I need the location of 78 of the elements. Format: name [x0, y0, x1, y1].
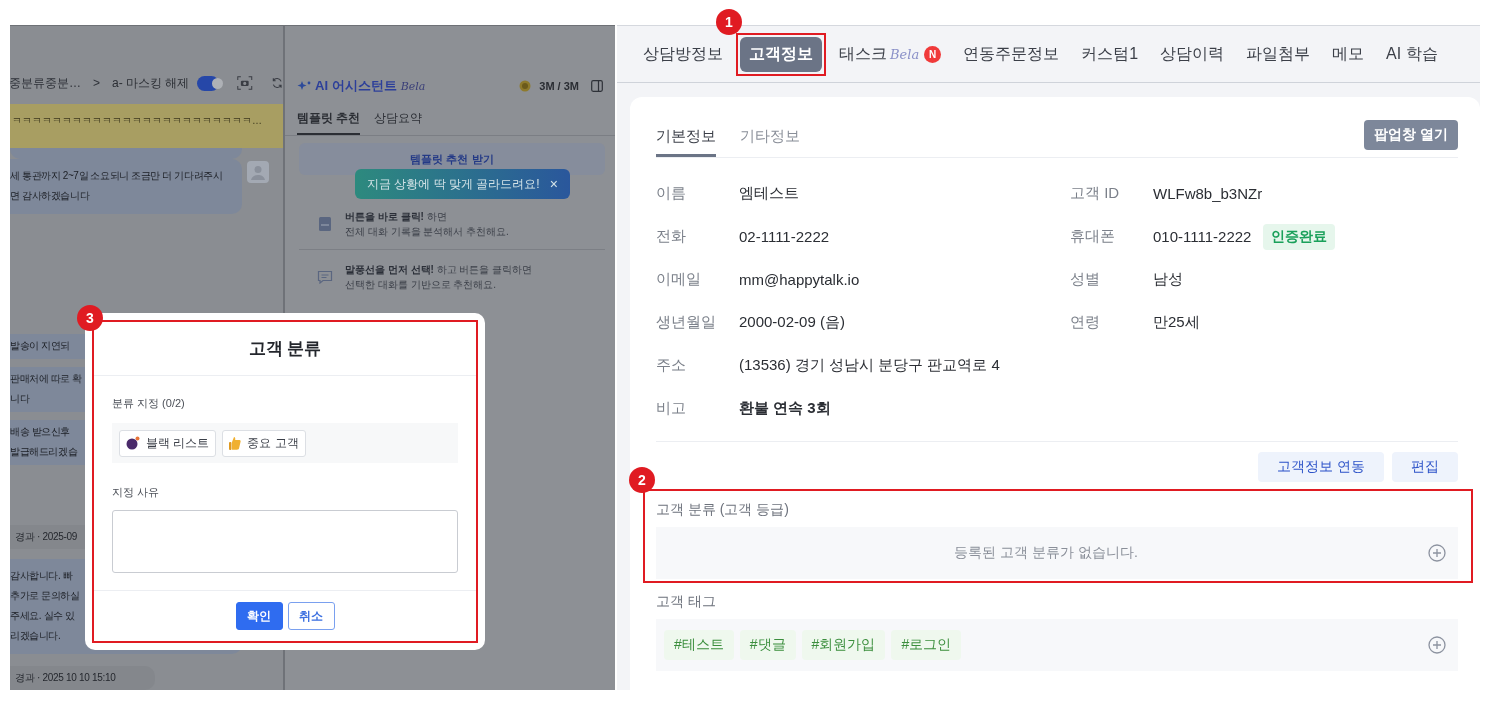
field-label: 전화	[656, 227, 687, 246]
action-button[interactable]: 고객정보 연동	[1258, 452, 1384, 482]
field-value: 만25세	[1153, 313, 1200, 332]
field-label: 이름	[656, 184, 687, 203]
verified-badge: 인증완료	[1263, 223, 1336, 250]
field-value: (13536) 경기 성남시 분당구 판교역로 4	[739, 356, 1000, 375]
category-chip[interactable]: 블랙 리스트	[119, 429, 217, 457]
assistant-tab[interactable]: 템플릿 추천	[297, 104, 361, 135]
tab[interactable]: 상담이력	[1151, 36, 1234, 72]
add-icon[interactable]	[1428, 544, 1446, 562]
tab[interactable]: 메모	[1323, 36, 1374, 72]
quota-text: 3M / 3M	[539, 80, 579, 92]
callout-number: 1	[716, 8, 742, 35]
tab[interactable]: 연동주문정보	[954, 36, 1069, 72]
assistant-title: AI 어시스턴트	[315, 77, 397, 95]
coin-icon	[519, 80, 532, 92]
masking-label: a- 마스킹 해제	[112, 74, 190, 92]
field-value: 엠테스트	[739, 184, 799, 203]
tab[interactable]: 파일첨부	[1237, 36, 1320, 72]
field-label: 연령	[1070, 313, 1101, 332]
dialog-button[interactable]: 취소	[287, 602, 335, 630]
field-value: 2000-02-09 (음)	[739, 313, 845, 332]
tag: #회원가입	[801, 630, 886, 660]
field-label: 휴대폰	[1070, 227, 1116, 246]
add-icon[interactable]	[1428, 636, 1446, 654]
section-label: 고객 태그	[656, 593, 717, 611]
tab[interactable]: 커스텀1	[1072, 36, 1148, 72]
field-value: 남성	[1153, 270, 1183, 289]
chat-bubble-icon	[317, 270, 333, 284]
reason-field[interactable]	[112, 510, 458, 573]
tab[interactable]: 상담방정보	[634, 36, 732, 72]
tag: #로그인	[891, 630, 962, 660]
field-value: 02-1111-2222	[739, 228, 830, 245]
elapsed-time: 경과 · 2025 10 10 15:10	[10, 666, 156, 690]
assistant-tab[interactable]: 상담요약	[374, 104, 423, 135]
field-label: 주소	[656, 356, 687, 375]
breadcrumb-separator: >	[93, 76, 100, 91]
tip-text: 말풍선을 먼저 선택! 하고 버튼을 클릭하면 선택한 대화를 기반으로 추천해요.	[345, 263, 533, 292]
panel-icon[interactable]	[591, 80, 603, 92]
sparkle-icon	[297, 80, 311, 92]
close-icon[interactable]: ×	[549, 176, 558, 192]
empty-message: 등록된 고객 분류가 없습니다.	[953, 544, 1139, 562]
field-label: 생년월일	[656, 313, 717, 332]
section-label: 고객 분류 (고객 등급)	[656, 501, 790, 519]
open-popup-button[interactable]: 팝업창 열기	[1364, 120, 1458, 150]
field-label: 성별	[1070, 270, 1101, 289]
field-value: WLFw8b_b3NZr	[1153, 185, 1263, 202]
sub-tab[interactable]: 기타정보	[740, 121, 800, 157]
action-button[interactable]: 편집	[1392, 452, 1458, 482]
category-chip[interactable]: 중요 고객	[222, 429, 306, 457]
beta-label: Bela	[400, 79, 426, 93]
camera-icon[interactable]	[237, 74, 253, 93]
field-value: mm@happytalk.io	[739, 271, 860, 288]
field-label: 비고	[656, 399, 687, 418]
tip-text: 버튼을 바로 클릭! 하면 전체 대화 기록을 분석해서 추천해요.	[345, 210, 509, 239]
dialog-button[interactable]: 확인	[235, 602, 283, 630]
field-value: 010-1111-2222	[1153, 228, 1252, 245]
notice-banner: ㅋㅋㅋㅋㅋㅋㅋㅋㅋㅋㅋㅋㅋㅋㅋㅋㅋㅋㅋㅋㅋㅋㅋㅋ…	[10, 104, 283, 148]
breadcrumb[interactable]: 중분류중분…	[10, 74, 81, 92]
masking-toggle[interactable]	[197, 75, 220, 91]
field-label: 분류 지정 (0/2)	[112, 396, 186, 411]
sub-tab[interactable]: 기본정보	[656, 121, 716, 157]
field-value: 환불 연속 3회	[739, 399, 831, 418]
tooltip-text: 지금 상황에 딱 맞게 골라드려요!	[367, 175, 540, 193]
avatar-icon	[247, 161, 269, 183]
tag: #댓글	[739, 630, 796, 660]
tag: #테스트	[664, 630, 734, 660]
field-label: 이메일	[656, 270, 702, 289]
document-icon	[317, 216, 333, 232]
tab[interactable]: 태스크 Bela N	[830, 36, 951, 72]
thumbs-up-icon	[229, 436, 242, 450]
tab[interactable]: 고객정보	[740, 36, 822, 72]
callout-number: 2	[629, 467, 655, 493]
field-label: 지정 사유	[112, 485, 161, 500]
tab[interactable]: AI 학습	[1377, 36, 1447, 72]
field-label: 고객 ID	[1070, 184, 1121, 203]
chat-bubble: 세 통관까지 2~7일 소요되니 조금만 더 기다려주시 면 감사하겠습니다	[10, 159, 242, 214]
bomb-icon	[126, 436, 140, 450]
